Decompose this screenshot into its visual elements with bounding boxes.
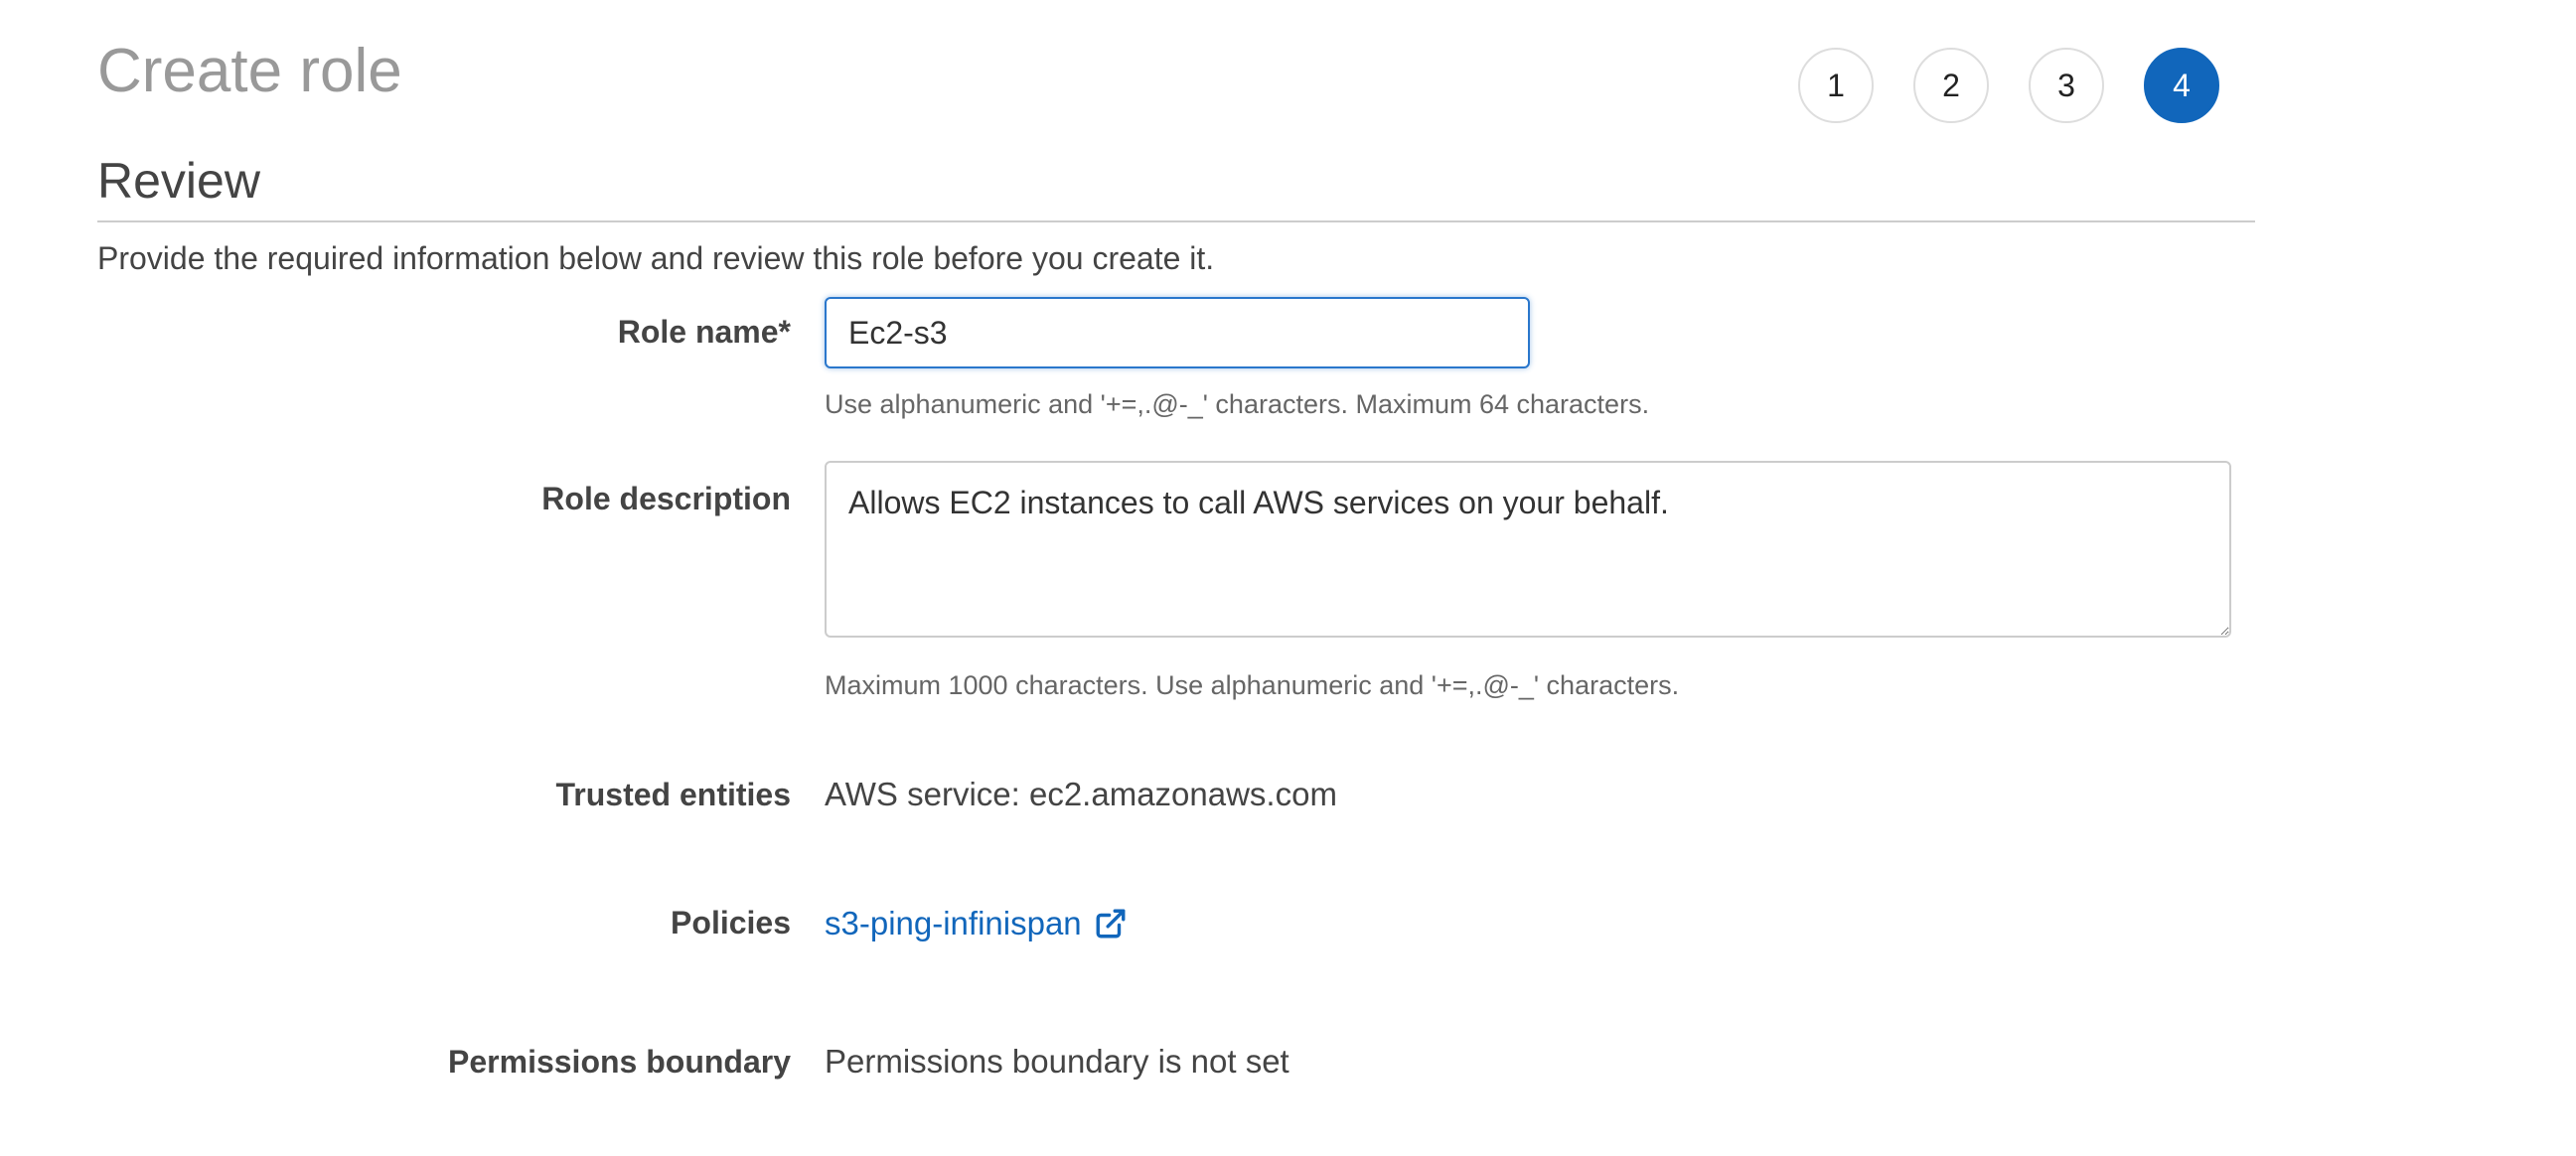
policies-label: Policies xyxy=(671,905,791,940)
create-role-page: Create role 1 2 3 4 Review Provide the r… xyxy=(0,0,2576,1156)
intro-text: Provide the required information below a… xyxy=(97,240,1215,276)
role-name-hint: Use alphanumeric and '+=,.@-_' character… xyxy=(825,389,1650,419)
role-name-label: Role name* xyxy=(617,314,791,350)
step-2[interactable]: 2 xyxy=(1913,48,1989,123)
permissions-boundary-label: Permissions boundary xyxy=(448,1044,791,1080)
trusted-entities-value: AWS service: ec2.amazonaws.com xyxy=(825,776,1337,812)
page-title: Create role xyxy=(97,37,402,105)
step-1[interactable]: 1 xyxy=(1798,48,1874,123)
role-description-label: Role description xyxy=(541,481,791,516)
section-title: Review xyxy=(97,153,260,209)
permissions-boundary-value: Permissions boundary is not set xyxy=(825,1043,1289,1080)
wizard-steps: 1 2 3 4 xyxy=(1798,48,2219,123)
step-3[interactable]: 3 xyxy=(2029,48,2104,123)
role-description-hint: Maximum 1000 characters. Use alphanumeri… xyxy=(825,670,1680,700)
role-name-input[interactable] xyxy=(825,297,1530,368)
trusted-entities-label: Trusted entities xyxy=(555,777,792,812)
section-divider xyxy=(97,220,2255,222)
external-link-icon xyxy=(1094,907,1128,940)
policy-link-text: s3-ping-infinispan xyxy=(825,905,1082,941)
role-description-textarea[interactable]: Allows EC2 instances to call AWS service… xyxy=(825,461,2231,638)
policy-link[interactable]: s3-ping-infinispan xyxy=(825,903,1128,944)
step-4-current[interactable]: 4 xyxy=(2144,48,2219,123)
